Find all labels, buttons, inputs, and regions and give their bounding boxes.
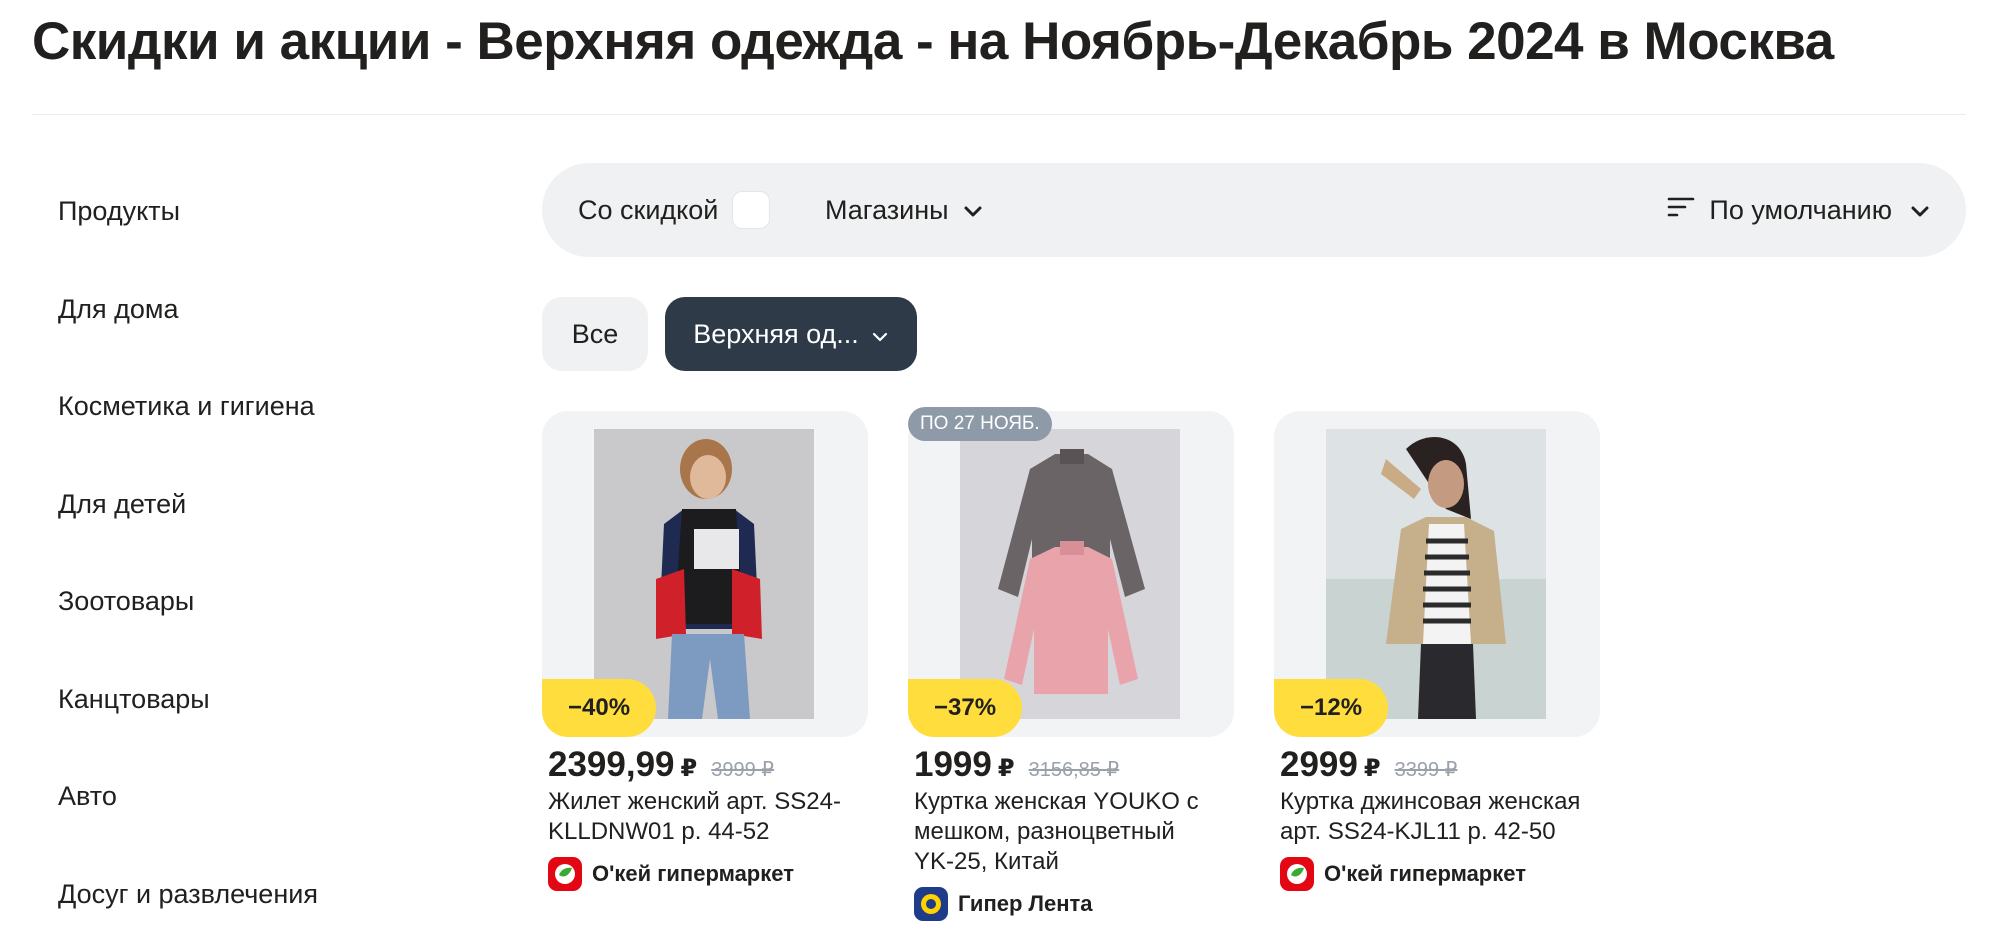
store-link[interactable]: Гипер Лента <box>908 887 1234 921</box>
old-price: 3156,85 ₽ <box>1028 759 1120 781</box>
sidebar-item-stationery[interactable]: Канцтовары <box>58 668 478 766</box>
sidebar-item-kids[interactable]: Для детей <box>58 473 478 571</box>
chip-outerwear[interactable]: Верхняя од... <box>665 297 917 371</box>
old-price: 3399 ₽ <box>1394 759 1458 781</box>
lenta-logo-icon <box>914 887 948 921</box>
old-price: 3999 ₽ <box>711 759 775 781</box>
store-link[interactable]: О'кей гипермаркет <box>542 857 868 891</box>
category-sidebar: Продукты Для дома Косметика и гигиена Дл… <box>58 180 478 952</box>
product-name[interactable]: Куртка женская YOUKO с мешком, разноцвет… <box>908 787 1218 877</box>
discount-badge: −12% <box>1274 679 1389 737</box>
discount-filter[interactable]: Со скидкой <box>578 163 771 257</box>
sidebar-item-products[interactable]: Продукты <box>58 180 478 278</box>
discount-badge: −37% <box>908 679 1023 737</box>
current-price: 2399,99 <box>548 745 675 784</box>
filter-bar: Со скидкой Магазины По умолчанию <box>542 163 1966 257</box>
product-name[interactable]: Жилет женский арт. SS24-KLLDNW01 р. 44-5… <box>542 787 852 847</box>
sort-icon <box>1667 195 1695 226</box>
current-price: 1999 <box>914 745 992 784</box>
sort-dropdown-label: По умолчанию <box>1709 194 1892 225</box>
chip-all[interactable]: Все <box>542 297 648 371</box>
product-image[interactable]: −40% <box>542 411 868 737</box>
chip-outerwear-label: Верхняя од... <box>693 318 859 349</box>
price-row: 2399,99 ₽ 3999 ₽ <box>542 745 868 785</box>
store-name: О'кей гипермаркет <box>592 861 794 886</box>
vest-photo <box>594 429 814 719</box>
product-card[interactable]: −37% ПО 27 НОЯБ. 1999 ₽ 3156,85 ₽ Куртка… <box>908 407 1234 921</box>
store-link[interactable]: О'кей гипермаркет <box>1274 857 1600 891</box>
price-row: 2999 ₽ 3399 ₽ <box>1274 745 1600 785</box>
currency-sign: ₽ <box>997 755 1015 782</box>
product-image[interactable]: −12% <box>1274 411 1600 737</box>
stores-dropdown-label: Магазины <box>825 194 949 225</box>
store-name: О'кей гипермаркет <box>1324 861 1526 886</box>
chevron-down-icon <box>963 195 983 226</box>
jacket-photo <box>960 429 1180 719</box>
price-row: 1999 ₽ 3156,85 ₽ <box>908 745 1234 785</box>
product-card[interactable]: −12% 2999 ₽ 3399 ₽ Куртка джинсовая женс… <box>1274 411 1600 891</box>
currency-sign: ₽ <box>1363 755 1381 782</box>
denim-jacket-photo <box>1326 429 1546 719</box>
page-title: Скидки и акции - Верхняя одежда - на Ноя… <box>32 12 1834 71</box>
sort-dropdown[interactable]: По умолчанию <box>1667 163 1930 257</box>
okey-logo-icon <box>548 857 582 891</box>
product-name[interactable]: Куртка джинсовая женская арт. SS24-KJL11… <box>1274 787 1584 847</box>
title-divider <box>32 114 1966 115</box>
discount-checkbox[interactable] <box>732 191 771 229</box>
product-image[interactable]: −37% <box>908 411 1234 737</box>
store-name: Гипер Лента <box>958 891 1093 916</box>
sidebar-item-pets[interactable]: Зоотовары <box>58 570 478 668</box>
sidebar-item-home[interactable]: Для дома <box>58 278 478 376</box>
date-badge: ПО 27 НОЯБ. <box>908 407 1052 441</box>
discount-filter-label: Со скидкой <box>578 194 719 225</box>
product-card[interactable]: −40% 2399,99 ₽ 3999 ₽ Жилет женский арт.… <box>542 411 868 891</box>
chevron-down-icon <box>1910 195 1930 226</box>
sidebar-item-leisure[interactable]: Досуг и развлечения <box>58 863 478 952</box>
chevron-down-icon <box>871 319 889 350</box>
currency-sign: ₽ <box>680 755 698 782</box>
stores-dropdown[interactable]: Магазины <box>825 163 983 257</box>
discount-badge: −40% <box>542 679 657 737</box>
sidebar-item-auto[interactable]: Авто <box>58 765 478 863</box>
okey-logo-icon <box>1280 857 1314 891</box>
current-price: 2999 <box>1280 745 1358 784</box>
sidebar-item-cosmetics[interactable]: Косметика и гигиена <box>58 375 478 473</box>
